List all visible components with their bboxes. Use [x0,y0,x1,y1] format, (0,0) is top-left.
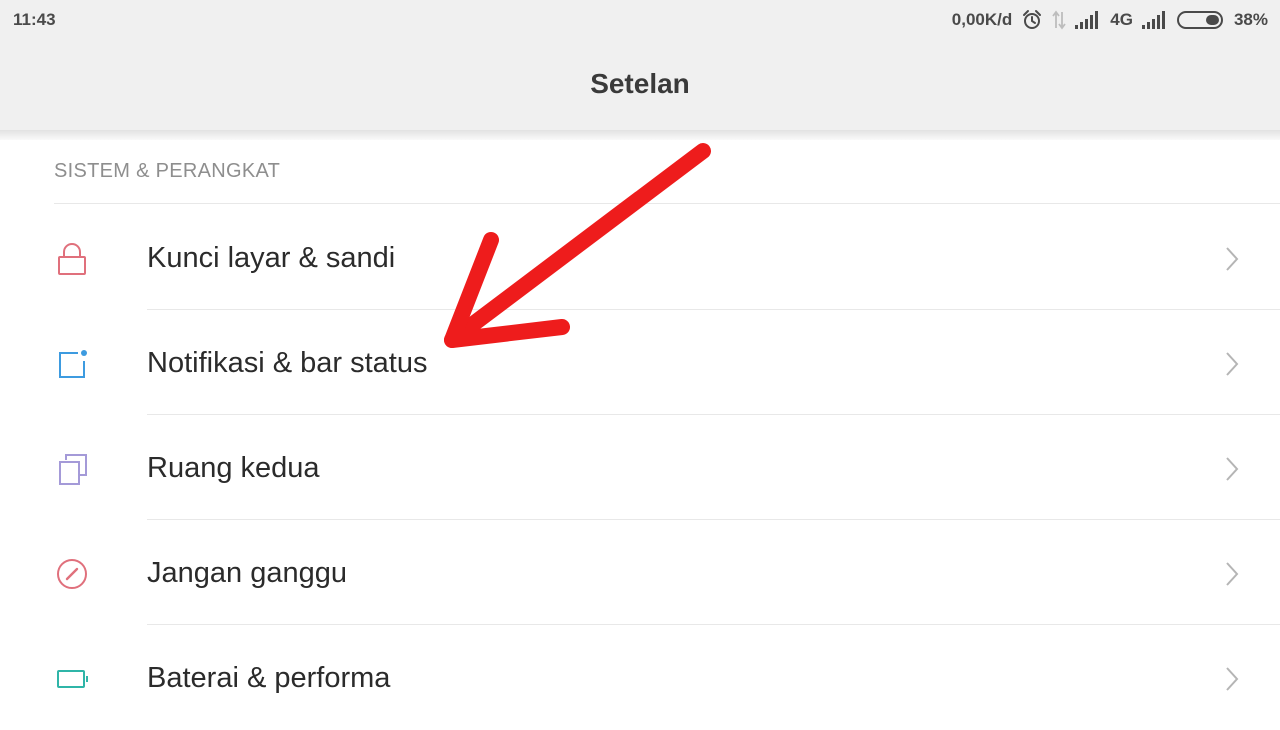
section-header: SISTEM & PERANGKAT [54,160,281,182]
notification-icon [55,347,89,381]
net-speed: 0,00K/d [951,10,1013,29]
status-time: 11:43 [13,10,56,29]
battery-icon [1176,10,1225,30]
chevron-right-icon [1222,664,1242,699]
settings-item-label: Ruang kedua [147,452,320,484]
status-indicators: 0,00K/d 4G 38% [952,8,1268,32]
alarm-icon [1021,9,1043,31]
page-title: Setelan [590,68,690,99]
do-not-disturb-icon [55,557,89,591]
battery-percent: 38% [1233,10,1268,29]
status-bar: 11:43 0,00K/d 4G 38% [0,0,1280,40]
second-space-icon [55,452,89,486]
signal-icon [1075,11,1101,29]
section-divider [54,203,1280,204]
battery-performance-icon [55,662,89,696]
chevron-right-icon [1222,454,1242,489]
app-header: 11:43 0,00K/d 4G 38% Setelan [0,0,1280,130]
settings-item-do-not-disturb[interactable]: Jangan ganggu [0,520,1280,625]
settings-item-label: Baterai & performa [147,662,391,694]
chevron-right-icon [1222,244,1242,279]
lock-icon [55,242,89,276]
settings-item-label: Notifikasi & bar status [147,347,428,379]
chevron-right-icon [1222,349,1242,384]
settings-item-battery-performance[interactable]: Baterai & performa [0,625,1280,730]
network-type: 4G [1110,10,1133,29]
settings-item-label: Kunci layar & sandi [147,242,396,274]
settings-item-second-space[interactable]: Ruang kedua [0,415,1280,520]
settings-item-label: Jangan ganggu [147,557,347,589]
settings-list: Kunci layar & sandi Notifikasi & bar sta… [0,205,1280,730]
data-transfer-icon [1052,10,1067,30]
settings-item-lock-screen[interactable]: Kunci layar & sandi [0,205,1280,310]
header-shadow [0,130,1280,140]
signal-icon [1141,11,1168,29]
chevron-right-icon [1222,559,1242,594]
settings-item-notifications[interactable]: Notifikasi & bar status [0,310,1280,415]
